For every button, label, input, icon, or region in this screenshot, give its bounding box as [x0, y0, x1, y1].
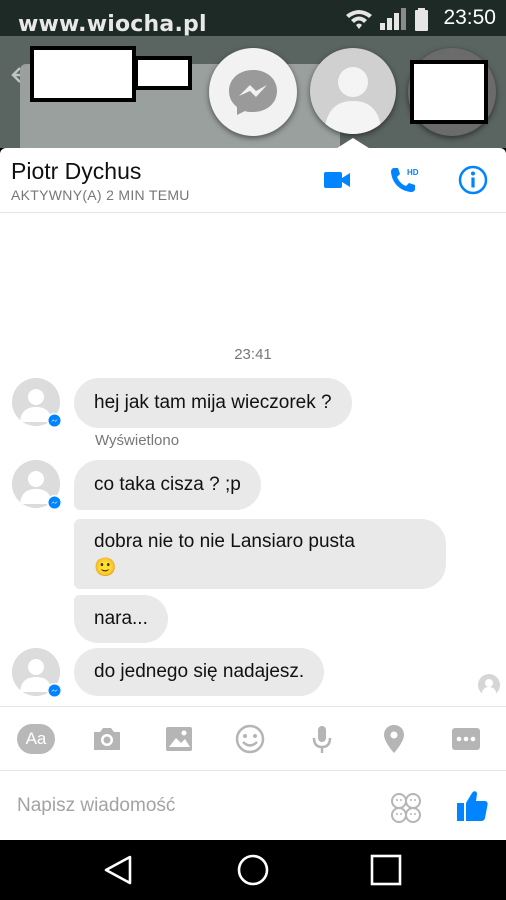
emoji-icon[interactable]	[232, 721, 268, 757]
message-text: dobra nie to nie Lansiaro pusta	[94, 531, 355, 552]
messenger-badge-icon	[47, 495, 62, 510]
messenger-badge-icon	[47, 413, 62, 428]
smiley-emoji: 🙂	[94, 557, 117, 577]
stickers-icon[interactable]	[389, 791, 423, 825]
svg-text:HD: HD	[407, 168, 419, 177]
message-timestamp: 23:41	[234, 346, 272, 363]
microphone-icon[interactable]	[304, 721, 340, 757]
more-icon[interactable]	[448, 721, 484, 757]
text-format-label: Aa	[25, 729, 47, 748]
chat-header: Piotr Dychus AKTYWNY(A) 2 MIN TEMU HD	[0, 148, 506, 213]
read-receipt-avatar	[478, 674, 500, 696]
message-text: nara...	[94, 608, 148, 629]
person-silhouette-icon	[324, 67, 382, 134]
wifi-icon	[346, 10, 372, 29]
signal-icon	[380, 8, 406, 30]
sender-avatar[interactable]	[12, 460, 62, 510]
compose-bar: Napisz wiadomość	[0, 770, 506, 840]
contact-status: AKTYWNY(A) 2 MIN TEMU	[11, 187, 190, 203]
redaction-box	[134, 56, 192, 90]
hd-phone-icon[interactable]: HD	[386, 162, 422, 198]
camera-icon[interactable]	[89, 721, 125, 757]
message-bubble[interactable]: co taka cisza ? ;p	[74, 460, 261, 510]
text-format-icon[interactable]: Aa	[17, 724, 55, 754]
sender-avatar[interactable]	[12, 378, 62, 428]
home-circle-icon[interactable]	[235, 852, 271, 888]
redaction-box	[30, 46, 136, 102]
status-bar: www.wiocha.pl 23:50	[0, 0, 506, 37]
messenger-badge-icon	[47, 683, 62, 698]
watermark: www.wiocha.pl	[18, 12, 207, 37]
messenger-icon	[229, 70, 277, 115]
like-thumbs-up-icon[interactable]	[453, 787, 491, 825]
message-input[interactable]: Napisz wiadomość	[17, 795, 175, 817]
contact-chathead[interactable]	[310, 48, 396, 134]
gallery-icon[interactable]	[161, 721, 197, 757]
person-silhouette-icon	[481, 679, 497, 696]
sender-avatar[interactable]	[12, 648, 62, 698]
redaction-box	[410, 60, 488, 124]
navigation-bar	[0, 840, 506, 900]
clock: 23:50	[443, 6, 496, 29]
recent-apps-icon[interactable]	[368, 852, 404, 888]
composer-toolbar: Aa	[0, 706, 506, 771]
messenger-chathead[interactable]	[209, 48, 297, 136]
info-icon[interactable]	[455, 162, 491, 198]
message-text: hej jak tam mija wieczorek ?	[94, 392, 332, 413]
seen-label: Wyświetlono	[95, 432, 180, 449]
message-bubble[interactable]: dobra nie to nie Lansiaro pusta 🙂	[74, 519, 446, 589]
back-triangle-icon[interactable]	[100, 852, 136, 888]
battery-icon	[415, 8, 428, 31]
contact-name[interactable]: Piotr Dychus	[11, 158, 141, 185]
message-bubble[interactable]: hej jak tam mija wieczorek ?	[74, 378, 352, 428]
video-call-icon[interactable]	[319, 162, 355, 198]
message-bubble[interactable]: do jednego się nadajesz.	[74, 648, 325, 696]
message-bubble[interactable]: nara...	[74, 595, 168, 643]
status-icons	[346, 8, 428, 31]
chat-panel: Piotr Dychus AKTYWNY(A) 2 MIN TEMU HD 23…	[0, 148, 506, 840]
location-icon[interactable]	[376, 721, 412, 757]
message-text: co taka cisza ? ;p	[94, 474, 241, 495]
message-text: do jednego się nadajesz.	[94, 661, 305, 682]
